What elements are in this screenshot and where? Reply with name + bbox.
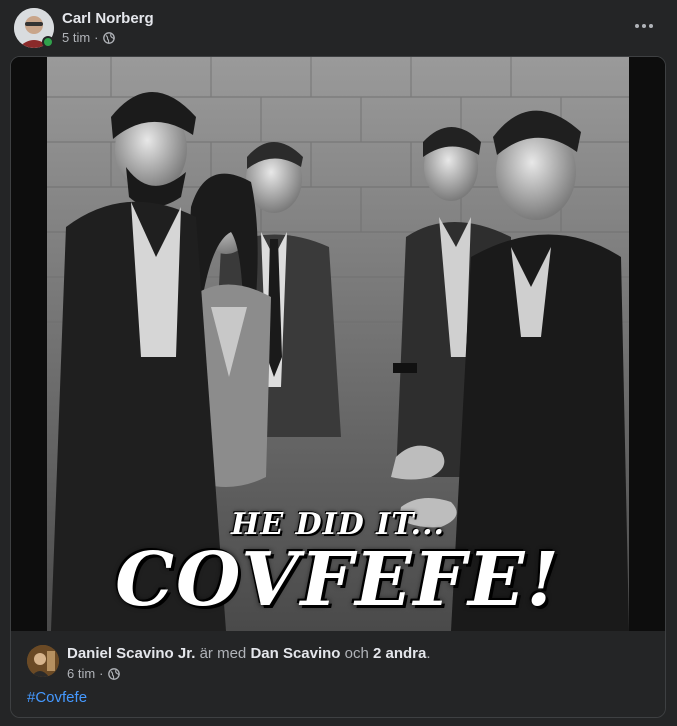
shared-photo[interactable]: HE DID IT... COVFEFE! [11,57,665,631]
post-time[interactable]: 5 tim [62,30,90,45]
post-meta: 5 tim · [62,30,115,45]
tagged-person[interactable]: Dan Scavino [250,645,340,662]
with-text: är med [199,645,247,662]
attribution-period: . [426,645,431,662]
post-header: Carl Norberg 5 tim · [0,0,677,56]
shared-post-card[interactable]: HE DID IT... COVFEFE! Daniel Scavino Jr.… [10,56,666,718]
original-post-meta: 6 tim · [67,666,120,681]
and-text: och [344,645,369,662]
more-options-icon[interactable] [626,12,662,40]
original-post-attribution: Daniel Scavino Jr. är med Dan Scavino oc… [67,645,431,662]
tagged-others[interactable]: 2 andra [373,645,426,662]
meta-separator: · [94,30,99,45]
hashtag-link[interactable]: #Covfefe [27,689,87,706]
original-post-time[interactable]: 6 tim [67,666,95,681]
globe-icon[interactable] [107,667,120,680]
image-caption-big: COVFEFE! [115,537,561,623]
original-author-name[interactable]: Daniel Scavino Jr. [67,645,195,662]
globe-icon[interactable] [102,31,115,44]
original-meta-separator: · [99,666,104,681]
original-author-avatar[interactable] [27,645,59,677]
original-post-header: Daniel Scavino Jr. är med Dan Scavino oc… [11,631,665,717]
online-status-indicator [42,36,54,48]
author-name[interactable]: Carl Norberg [62,10,154,27]
